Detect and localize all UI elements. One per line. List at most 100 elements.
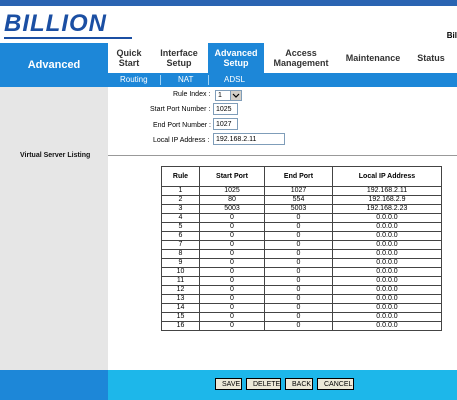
cell-local-ip: 192.168.2.23 <box>332 204 442 214</box>
cell-rule: 7 <box>161 240 200 250</box>
cell-end-port: 0 <box>264 321 333 331</box>
cell-rule: 16 <box>161 321 200 331</box>
table-row: 16 0 0 0.0.0.0 <box>161 321 442 331</box>
cell-local-ip: 0.0.0.0 <box>332 258 442 268</box>
cell-rule: 2 <box>161 195 200 205</box>
cell-start-port: 0 <box>199 267 265 277</box>
cell-start-port: 0 <box>199 312 265 322</box>
nav-quick-start-label: Quick Start <box>116 48 142 68</box>
nav-interface-setup[interactable]: Interface Setup <box>150 43 208 73</box>
table-row: 7 0 0 0.0.0.0 <box>161 240 442 250</box>
cell-end-port: 0 <box>264 267 333 277</box>
table-row: 6 0 0 0.0.0.0 <box>161 231 442 241</box>
nav-access-management-label: Access Management <box>273 48 329 68</box>
nav-advanced-setup[interactable]: Advanced Setup <box>208 43 264 73</box>
col-rule: Rule <box>161 166 200 187</box>
delete-button[interactable]: DELETE <box>246 378 281 390</box>
table-row: 5 0 0 0.0.0.0 <box>161 222 442 232</box>
nav-advanced-setup-label: Advanced Setup <box>214 48 258 68</box>
rule-index-value: 1 <box>218 92 222 99</box>
cell-rule: 13 <box>161 294 200 304</box>
cell-local-ip: 192.168.2.9 <box>332 195 442 205</box>
cell-rule: 14 <box>161 303 200 313</box>
cell-start-port: 0 <box>199 258 265 268</box>
table-row: 13 0 0 0.0.0.0 <box>161 294 442 304</box>
save-button[interactable]: SAVE <box>215 378 242 390</box>
cell-end-port: 5003 <box>264 204 333 214</box>
nav-maintenance[interactable]: Maintenance <box>340 43 406 73</box>
logo-text: BILLION <box>4 10 107 37</box>
cell-start-port: 1025 <box>199 186 265 196</box>
cell-rule: 11 <box>161 276 200 286</box>
cell-rule: 12 <box>161 285 200 295</box>
cell-end-port: 0 <box>264 240 333 250</box>
cell-end-port: 0 <box>264 249 333 259</box>
cell-start-port: 0 <box>199 249 265 259</box>
nav-status[interactable]: Status <box>410 43 452 73</box>
nav-interface-setup-label: Interface Setup <box>160 48 198 68</box>
brand-right-text: Bil <box>446 31 457 40</box>
cell-start-port: 0 <box>199 294 265 304</box>
subnav-routing[interactable]: Routing <box>120 73 148 87</box>
table-row: 14 0 0 0.0.0.0 <box>161 303 442 313</box>
local-ip-label: Local IP Address : <box>153 137 210 144</box>
cell-end-port: 0 <box>264 312 333 322</box>
virtual-server-table: Rule Start Port End Port Local IP Addres… <box>161 166 442 331</box>
back-button[interactable]: BACK <box>285 378 313 390</box>
cell-rule: 4 <box>161 213 200 223</box>
cell-local-ip: 0.0.0.0 <box>332 222 442 232</box>
table-row: 4 0 0 0.0.0.0 <box>161 213 442 223</box>
nav-status-label: Status <box>417 53 445 63</box>
cell-local-ip: 0.0.0.0 <box>332 321 442 331</box>
table-row: 12 0 0 0.0.0.0 <box>161 285 442 295</box>
cell-start-port: 0 <box>199 276 265 286</box>
cell-rule: 8 <box>161 249 200 259</box>
cell-start-port: 0 <box>199 240 265 250</box>
subnav-adsl[interactable]: ADSL <box>224 73 245 87</box>
subnav-nat[interactable]: NAT <box>178 73 193 87</box>
bottom-bar <box>108 370 457 400</box>
cell-local-ip: 0.0.0.0 <box>332 294 442 304</box>
cell-rule: 6 <box>161 231 200 241</box>
section-title: Advanced <box>0 43 108 87</box>
col-start-port: Start Port <box>199 166 265 187</box>
col-end-port: End Port <box>264 166 333 187</box>
cell-start-port: 0 <box>199 222 265 232</box>
table-row: 8 0 0 0.0.0.0 <box>161 249 442 259</box>
cell-rule: 3 <box>161 204 200 214</box>
cell-end-port: 0 <box>264 294 333 304</box>
table-row: 9 0 0 0.0.0.0 <box>161 258 442 268</box>
cell-local-ip: 192.168.2.11 <box>332 186 442 196</box>
nav-quick-start[interactable]: Quick Start <box>108 43 150 73</box>
cell-local-ip: 0.0.0.0 <box>332 231 442 241</box>
cell-local-ip: 0.0.0.0 <box>332 240 442 250</box>
start-port-input[interactable]: 1025 <box>213 103 238 115</box>
table-row: 3 5003 5003 192.168.2.23 <box>161 204 442 214</box>
rule-index-select[interactable]: 1 <box>215 90 242 101</box>
cell-rule: 10 <box>161 267 200 277</box>
cell-end-port: 0 <box>264 285 333 295</box>
bottom-bar-left <box>0 370 108 400</box>
logo-underline <box>4 37 132 39</box>
end-port-input[interactable]: 1027 <box>213 118 238 130</box>
nav-maintenance-label: Maintenance <box>345 53 401 63</box>
cell-start-port: 0 <box>199 285 265 295</box>
cell-end-port: 0 <box>264 231 333 241</box>
sub-navigation: Routing NAT ADSL <box>108 73 457 87</box>
cell-local-ip: 0.0.0.0 <box>332 285 442 295</box>
rule-index-label: Rule Index : <box>173 91 211 98</box>
listing-title: Virtual Server Listing <box>20 152 91 159</box>
section-divider <box>108 155 457 156</box>
table-row: 1 1025 1027 192.168.2.11 <box>161 186 442 196</box>
cell-end-port: 0 <box>264 303 333 313</box>
local-ip-input[interactable]: 192.168.2.11 <box>213 133 285 145</box>
cell-start-port: 0 <box>199 321 265 331</box>
cell-start-port: 0 <box>199 231 265 241</box>
cell-local-ip: 0.0.0.0 <box>332 213 442 223</box>
table-row: 11 0 0 0.0.0.0 <box>161 276 442 286</box>
nav-access-management[interactable]: Access Management <box>266 43 336 73</box>
cell-start-port: 0 <box>199 213 265 223</box>
cancel-button[interactable]: CANCEL <box>317 378 354 390</box>
cell-start-port: 5003 <box>199 204 265 214</box>
subnav-separator <box>160 75 161 85</box>
